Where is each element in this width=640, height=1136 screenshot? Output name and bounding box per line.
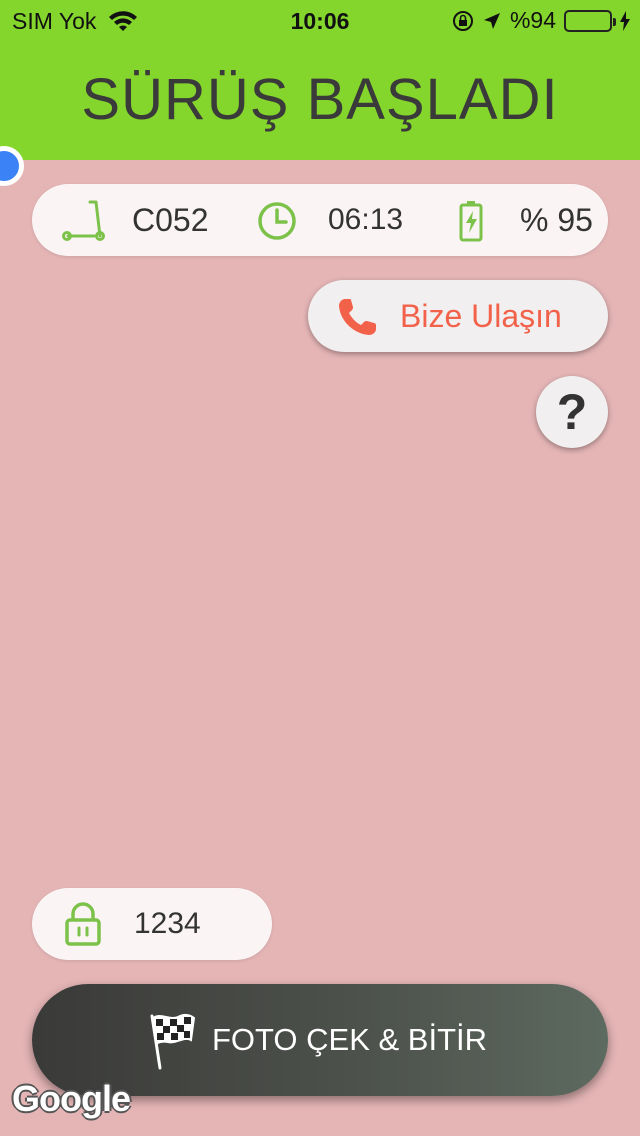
vehicle-battery: % 95 — [520, 201, 593, 238]
header: SÜRÜŞ BAŞLADI — [0, 40, 640, 160]
status-bar: SIM Yok 10:06 %94 — [0, 0, 640, 40]
lock-code: 1234 — [134, 907, 201, 940]
contact-us-button[interactable]: Bize Ulaşın — [308, 280, 608, 352]
finish-ride-label: FOTO ÇEK & BİTİR — [212, 1022, 488, 1057]
ride-info-panel: C052 06:13 % 95 — [32, 184, 608, 256]
battery-icon — [564, 9, 616, 32]
contact-us-label: Bize Ulaşın — [400, 297, 562, 334]
charging-bolt-icon — [620, 10, 630, 31]
help-button[interactable]: ? — [536, 376, 608, 448]
clock-icon — [258, 202, 296, 240]
map-attribution-logo: Google — [12, 1078, 131, 1119]
checkered-flag-icon — [150, 1013, 196, 1070]
scooter-icon — [62, 200, 105, 241]
battery-charge-icon — [459, 201, 483, 242]
rotation-lock-icon — [452, 10, 473, 31]
page-title: SÜRÜŞ BAŞLADI — [81, 67, 559, 132]
location-arrow-icon — [483, 12, 500, 29]
vehicle-id: C052 — [132, 201, 209, 238]
battery-percent: %94 — [509, 7, 556, 33]
phone-icon — [339, 299, 376, 335]
lock-code-panel: 1234 — [32, 888, 272, 960]
ride-duration: 06:13 — [328, 203, 404, 236]
lock-icon — [65, 902, 101, 946]
status-right: %94 — [452, 7, 630, 34]
